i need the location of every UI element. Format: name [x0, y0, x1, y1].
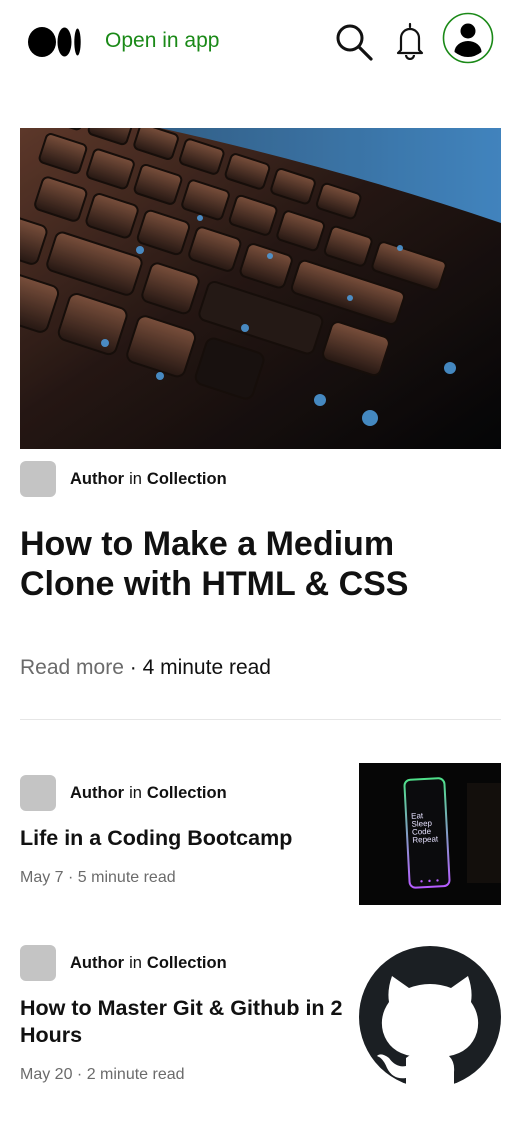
- post-meta: May 7 · 5 minute read: [20, 869, 176, 886]
- in-word: in: [129, 953, 142, 972]
- hero-title[interactable]: How to Make a Medium Clone with HTML & C…: [20, 524, 480, 604]
- open-in-app-link[interactable]: Open in app: [105, 29, 219, 53]
- post-meta: May 20 · 2 minute read: [20, 1066, 185, 1083]
- collection-name[interactable]: Collection: [147, 784, 227, 803]
- user-avatar-icon[interactable]: [442, 12, 494, 64]
- post-byline: Author in Collection: [20, 945, 227, 981]
- divider: [20, 719, 501, 720]
- medium-logo-icon[interactable]: [28, 26, 82, 58]
- in-word: in: [129, 469, 142, 488]
- phone-text: Repeat: [412, 834, 439, 844]
- phone-image: Eat Sleep Code Repeat: [359, 763, 501, 905]
- hero-meta: Read more · 4 minute read: [20, 656, 271, 680]
- post-thumbnail-github[interactable]: [359, 946, 501, 1088]
- read-time: 4 minute read: [142, 656, 271, 679]
- meta-separator: ·: [129, 656, 137, 679]
- hero-byline: Author in Collection: [20, 461, 227, 497]
- post-title[interactable]: How to Master Git & Github in 2 Hours: [20, 995, 350, 1049]
- post-title[interactable]: Life in a Coding Bootcamp: [20, 825, 292, 852]
- top-bar: Open in app: [0, 0, 522, 80]
- hero-keyboard-image[interactable]: [20, 128, 501, 449]
- keyboard-photo: [20, 128, 501, 449]
- github-logo-icon: [359, 946, 501, 1088]
- read-more-link[interactable]: Read more: [20, 656, 124, 679]
- post-byline: Author in Collection: [20, 775, 227, 811]
- collection-name[interactable]: Collection: [147, 954, 227, 973]
- bell-icon[interactable]: [393, 20, 427, 60]
- in-word: in: [129, 783, 142, 802]
- author-name[interactable]: Author: [70, 784, 124, 803]
- author-avatar[interactable]: [20, 945, 56, 981]
- post-thumbnail-phone[interactable]: Eat Sleep Code Repeat: [359, 763, 501, 905]
- author-avatar[interactable]: [20, 461, 56, 497]
- collection-name[interactable]: Collection: [147, 470, 227, 489]
- author-avatar[interactable]: [20, 775, 56, 811]
- search-icon[interactable]: [334, 22, 374, 62]
- author-name[interactable]: Author: [70, 470, 124, 489]
- author-name[interactable]: Author: [70, 954, 124, 973]
